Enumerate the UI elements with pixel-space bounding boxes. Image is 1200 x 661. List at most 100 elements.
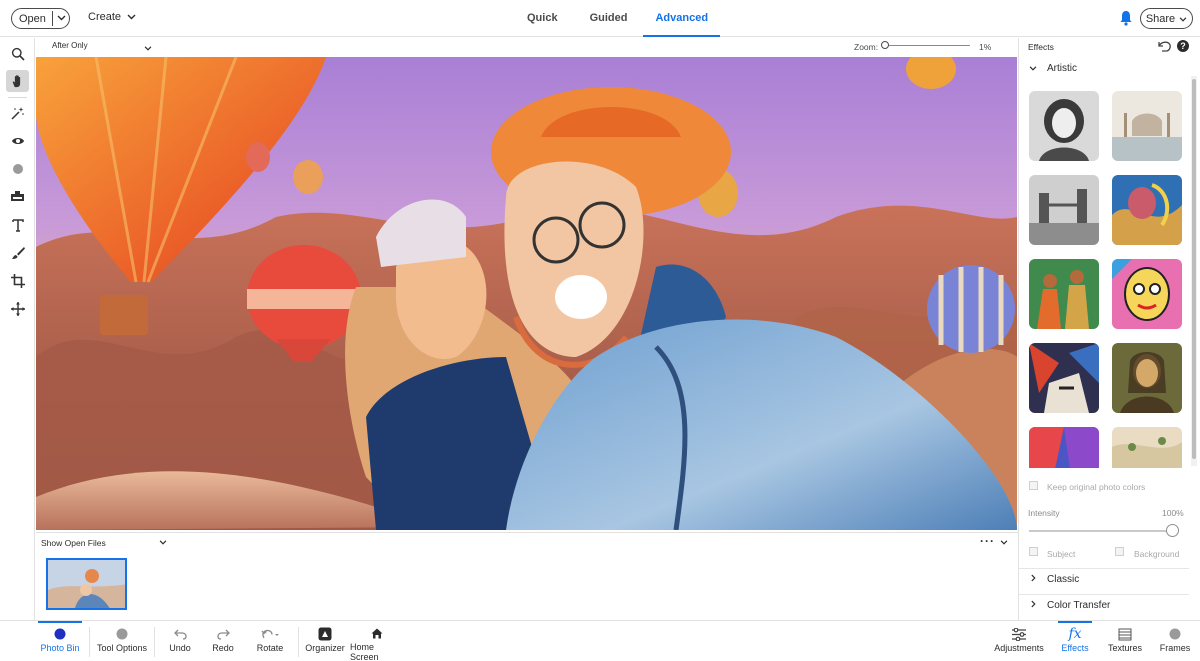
- open-button[interactable]: Open: [11, 8, 70, 29]
- effects-scrollbar[interactable]: [1191, 76, 1197, 466]
- effect-thumbnail[interactable]: [1029, 259, 1099, 329]
- eye-icon[interactable]: [6, 130, 29, 152]
- section-label: Artistic: [1047, 62, 1077, 74]
- effect-thumbnail[interactable]: [1112, 343, 1182, 413]
- undo-label: Undo: [169, 643, 191, 653]
- create-button-label: Create: [88, 11, 122, 23]
- textures-icon: [1118, 621, 1132, 643]
- view-select[interactable]: After Only: [52, 41, 88, 50]
- pattern-stamp-icon[interactable]: [6, 185, 29, 207]
- background-checkbox[interactable]: [1115, 547, 1124, 556]
- panel-title: Effects: [1028, 42, 1054, 52]
- chevron-right-icon: [1019, 600, 1047, 610]
- effect-thumbnail[interactable]: [1029, 343, 1099, 413]
- frames-label: Frames: [1159, 643, 1191, 653]
- textures-label: Textures: [1107, 643, 1142, 653]
- effect-thumbnail[interactable]: [1029, 175, 1099, 245]
- zoom-tool-icon[interactable]: [6, 43, 29, 65]
- zoom-slider-handle[interactable]: [881, 41, 889, 49]
- photo-bin-header: Show Open Files ···: [36, 532, 1018, 552]
- view-select-value: After Only: [52, 41, 88, 50]
- share-button[interactable]: Share: [1140, 8, 1193, 29]
- bottom-divider: [298, 627, 299, 657]
- subject-label: Subject: [1047, 549, 1076, 559]
- notification-bell-icon[interactable]: [1119, 10, 1133, 26]
- organizer-button[interactable]: Organizer: [304, 621, 346, 661]
- home-screen-label: Home Screen: [350, 642, 379, 661]
- section-artistic[interactable]: Artistic: [1019, 58, 1189, 78]
- share-button-label: Share: [1145, 12, 1176, 25]
- help-icon[interactable]: ?: [1177, 40, 1189, 52]
- intensity-slider-handle[interactable]: [1166, 524, 1179, 537]
- undo-icon: [173, 621, 187, 643]
- crop-tool-icon[interactable]: [6, 270, 29, 292]
- photo-bin-button[interactable]: Photo Bin: [38, 621, 82, 661]
- section-label: Color Transfer: [1047, 599, 1111, 611]
- effect-thumbnail[interactable]: [1112, 91, 1182, 161]
- tools-panel: [0, 38, 35, 620]
- effects-button[interactable]: fx Effects: [1058, 621, 1092, 661]
- create-button[interactable]: Create: [88, 11, 136, 23]
- tool-options-icon: [116, 621, 128, 643]
- more-options-icon[interactable]: ···: [980, 534, 995, 548]
- section-color-transfer[interactable]: Color Transfer: [1019, 595, 1189, 615]
- rotate-button[interactable]: Rotate: [252, 621, 288, 661]
- effects-label: Effects: [1061, 643, 1089, 653]
- adjustments-button[interactable]: Adjustments: [994, 621, 1044, 661]
- chevron-down-icon[interactable]: [159, 538, 167, 547]
- tool-divider: [8, 97, 27, 98]
- bottom-bar: Photo Bin Tool Options Undo Redo Rotate …: [0, 620, 1200, 661]
- tab-quick[interactable]: Quick: [515, 0, 570, 37]
- chevron-down-icon[interactable]: [53, 14, 69, 23]
- rotate-icon: [261, 621, 279, 643]
- effect-thumbnail[interactable]: [1112, 259, 1182, 329]
- top-bar: Open Create Quick Guided Advanced Share: [0, 0, 1200, 37]
- chevron-down-icon[interactable]: [1000, 538, 1008, 547]
- frames-icon: [1169, 621, 1181, 643]
- tool-options-button[interactable]: Tool Options: [94, 621, 150, 661]
- intensity-slider-track[interactable]: [1029, 530, 1171, 532]
- keep-colors-checkbox[interactable]: [1029, 481, 1038, 490]
- effect-thumbnail[interactable]: [1112, 175, 1182, 245]
- chevron-down-icon: [127, 11, 136, 23]
- open-button-label: Open: [19, 12, 46, 25]
- intensity-value: 100%: [1162, 508, 1184, 518]
- move-tool-icon[interactable]: [6, 298, 29, 320]
- chevron-right-icon: [1019, 574, 1047, 584]
- brush-tool-icon[interactable]: [6, 242, 29, 264]
- adjustments-label: Adjustments: [994, 643, 1044, 653]
- frames-button[interactable]: Frames: [1158, 621, 1192, 661]
- redo-icon: [216, 621, 230, 643]
- open-file-thumbnail[interactable]: [46, 558, 127, 610]
- textures-button[interactable]: Textures: [1106, 621, 1144, 661]
- tab-advanced[interactable]: Advanced: [643, 0, 721, 37]
- tab-guided[interactable]: Guided: [578, 0, 640, 37]
- home-screen-button[interactable]: Home Screen: [350, 621, 404, 661]
- text-tool-icon[interactable]: [6, 214, 29, 236]
- effect-thumbnail[interactable]: [1029, 427, 1099, 468]
- chevron-down-icon[interactable]: [144, 42, 152, 54]
- effect-thumbnail[interactable]: [1029, 91, 1099, 161]
- hand-tool-icon[interactable]: [6, 70, 29, 92]
- scrollbar-thumb[interactable]: [1192, 79, 1196, 459]
- sliders-icon: [1012, 621, 1026, 643]
- image-canvas[interactable]: [36, 57, 1017, 530]
- show-files-select[interactable]: Show Open Files: [41, 538, 106, 548]
- redo-button[interactable]: Redo: [206, 621, 240, 661]
- undo-button[interactable]: Undo: [163, 621, 197, 661]
- photo-bin: [36, 552, 1018, 619]
- chevron-down-icon: [1019, 64, 1047, 73]
- photo-bin-label: Photo Bin: [40, 643, 80, 653]
- section-classic[interactable]: Classic: [1019, 569, 1189, 589]
- intensity-label: Intensity: [1028, 508, 1060, 518]
- fx-icon: fx: [1068, 626, 1082, 642]
- zoom-slider-track[interactable]: [886, 45, 970, 46]
- bottom-divider: [89, 627, 90, 657]
- organizer-label: Organizer: [305, 643, 345, 653]
- reset-icon[interactable]: [1158, 40, 1172, 52]
- effect-thumbnail[interactable]: [1112, 427, 1182, 468]
- subject-checkbox[interactable]: [1029, 547, 1038, 556]
- blur-tool-icon[interactable]: [6, 158, 29, 180]
- magic-wand-icon[interactable]: [6, 102, 29, 124]
- keep-colors-label: Keep original photo colors: [1047, 482, 1146, 492]
